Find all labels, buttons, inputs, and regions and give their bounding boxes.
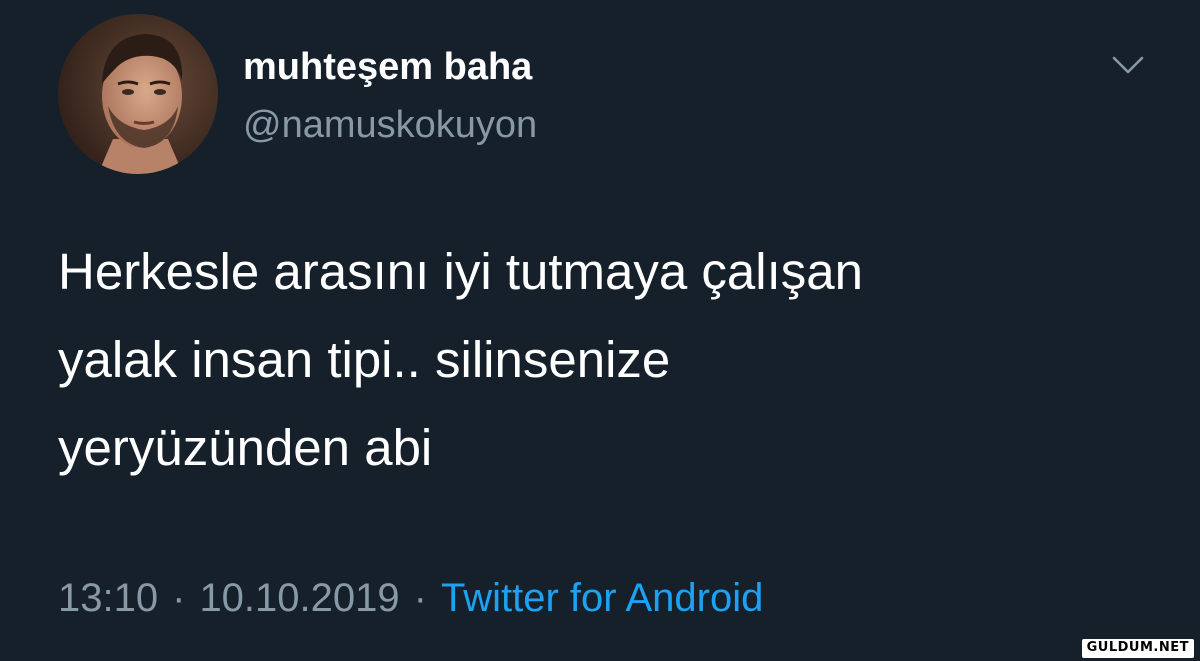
tweet-text-line: Herkesle arasını iyi tutmaya çalışan: [58, 243, 863, 300]
display-name[interactable]: muhteşem baha: [243, 43, 532, 91]
tweet-time: 13:10: [58, 576, 159, 620]
tweet-text-line: yeryüzünden abi: [58, 419, 433, 476]
avatar[interactable]: [58, 14, 218, 174]
watermark: GULDUM.NET: [1081, 639, 1194, 658]
tweet-text-line: yalak insan tipi.. silinsenize: [58, 331, 671, 388]
avatar-photo: [58, 14, 218, 174]
meta-separator: ·: [413, 576, 427, 620]
tweet-card: muhteşem baha @namuskokuyon Herkesle ara…: [0, 0, 1200, 661]
tweet-meta: 13:10 · 10.10.2019 · Twitter for Android: [58, 571, 763, 625]
chevron-down-icon[interactable]: [1108, 48, 1148, 82]
tweet-source-link[interactable]: Twitter for Android: [441, 576, 763, 620]
tweet-text: Herkesle arasını iyi tutmaya çalışan yal…: [58, 228, 1138, 492]
user-handle[interactable]: @namuskokuyon: [243, 101, 537, 149]
meta-separator: ·: [172, 576, 186, 620]
tweet-date: 10.10.2019: [199, 576, 400, 620]
